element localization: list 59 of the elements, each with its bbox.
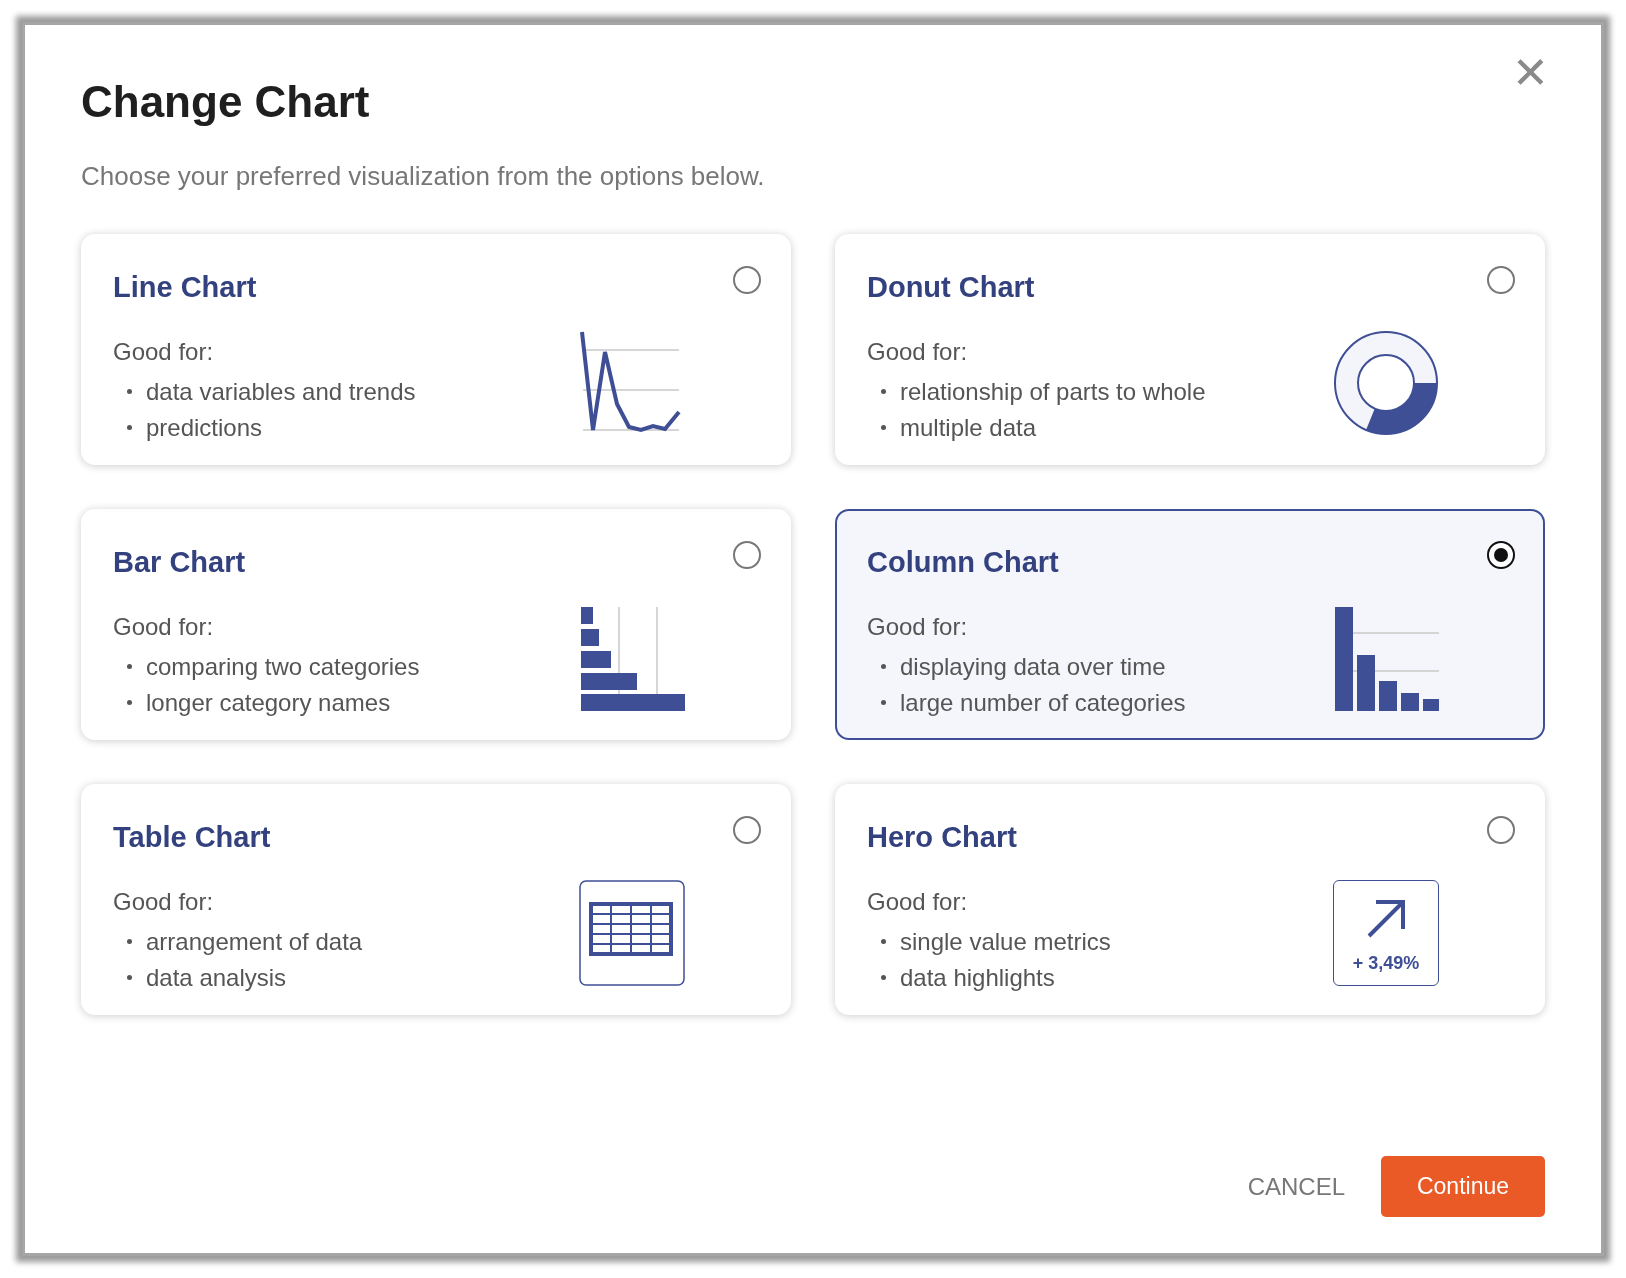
bullet-text: predictions xyxy=(146,412,263,443)
arrow-icon xyxy=(1366,899,1406,939)
bullet-text: comparing two categories xyxy=(146,651,420,682)
bullet-icon xyxy=(127,425,132,430)
bullet-text: relationship of parts to whole xyxy=(900,376,1206,407)
line-chart-icon xyxy=(579,330,683,434)
radio-button[interactable] xyxy=(733,816,761,844)
radio-button[interactable] xyxy=(1487,541,1515,569)
continue-button[interactable]: Continue xyxy=(1381,1156,1545,1217)
chart-option-card[interactable]: Table Chart Good for: arrangement of data data analysis xyxy=(81,784,791,1015)
option-title: Line Chart xyxy=(113,270,257,305)
bullet-icon xyxy=(127,389,132,394)
dialog-subtitle: Choose your preferred visualization from the options below. xyxy=(81,160,765,193)
option-title: Table Chart xyxy=(113,820,271,855)
bullet-text: data analysis xyxy=(146,962,287,993)
chart-option-card[interactable]: Column Chart Good for: displaying data over time large number of categories xyxy=(835,509,1545,740)
bullet-icon xyxy=(881,700,886,705)
bullet-text: arrangement of data xyxy=(146,926,363,957)
bullet-text: large number of categories xyxy=(900,687,1186,718)
good-for-label: Good for: xyxy=(113,886,214,917)
option-title: Donut Chart xyxy=(867,270,1035,305)
bullet-icon xyxy=(127,700,132,705)
bullet-icon xyxy=(127,939,132,944)
option-title: Bar Chart xyxy=(113,545,246,580)
good-for-label: Good for: xyxy=(867,611,968,642)
bullet-text: single value metrics xyxy=(900,926,1111,957)
good-for-label: Good for: xyxy=(113,336,214,367)
good-for-label: Good for: xyxy=(867,336,968,367)
cancel-button[interactable]: CANCEL xyxy=(1239,1156,1353,1217)
bullet-text: multiple data xyxy=(900,412,1037,443)
bullet-icon xyxy=(881,389,886,394)
chart-option-card[interactable]: Line Chart Good for: data variables and trends predictions xyxy=(81,234,791,465)
bullet-text: longer category names xyxy=(146,687,391,718)
bullet-icon xyxy=(881,425,886,430)
bullet-text: displaying data over time xyxy=(900,651,1166,682)
good-for-label: Good for: xyxy=(867,886,968,917)
donut-chart-icon xyxy=(1333,330,1439,436)
bullet-text: data variables and trends xyxy=(146,376,416,407)
dialog-title: Change Chart xyxy=(81,76,370,128)
table-icon xyxy=(579,880,685,986)
option-title: Column Chart xyxy=(867,545,1059,580)
good-for-label: Good for: xyxy=(113,611,214,642)
option-title: Hero Chart xyxy=(867,820,1017,855)
radio-button[interactable] xyxy=(733,266,761,294)
metric-value: + 3,49% xyxy=(1352,952,1420,975)
bullet-icon xyxy=(881,939,886,944)
bullet-icon xyxy=(881,975,886,980)
bullet-icon xyxy=(881,664,886,669)
radio-button[interactable] xyxy=(733,541,761,569)
bar-chart-icon xyxy=(579,605,685,711)
chart-option-card[interactable]: Bar Chart Good for: comparing two categories longer category names xyxy=(81,509,791,740)
column-chart-icon xyxy=(1333,605,1439,711)
radio-button[interactable] xyxy=(1487,266,1515,294)
bullet-text: data highlights xyxy=(900,962,1055,993)
bullet-icon xyxy=(127,975,132,980)
chart-option-card[interactable]: Donut Chart Good for: relationship of parts to whole multiple data xyxy=(835,234,1545,465)
radio-button[interactable] xyxy=(1487,816,1515,844)
bullet-icon xyxy=(127,664,132,669)
chart-option-card[interactable]: Hero Chart Good for: single value metrics data highlights + 3,49% xyxy=(835,784,1545,1015)
